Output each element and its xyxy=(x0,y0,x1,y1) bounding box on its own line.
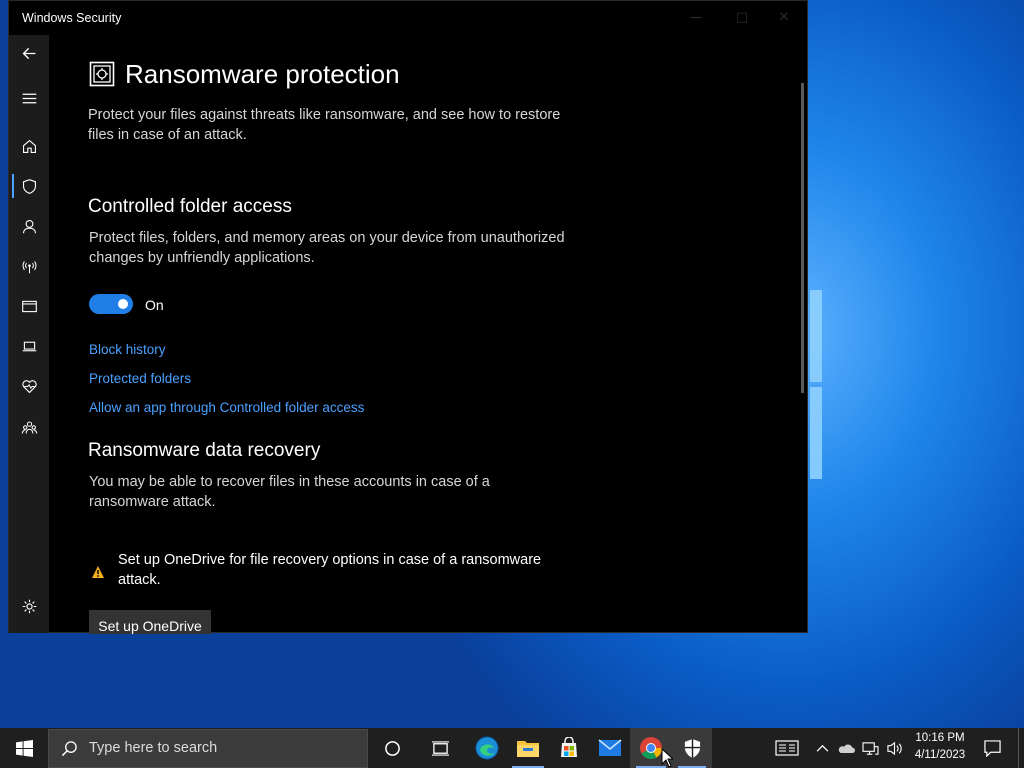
allow-app-link[interactable]: Allow an app through Controlled folder a… xyxy=(89,400,364,415)
hamburger-menu-icon[interactable] xyxy=(9,82,49,114)
minimize-button[interactable]: — xyxy=(673,1,719,35)
taskbar-show-desktop[interactable] xyxy=(1018,728,1024,768)
back-arrow-icon[interactable] xyxy=(9,37,49,69)
cfa-heading: Controlled folder access xyxy=(88,196,292,217)
news-widget-icon[interactable] xyxy=(772,728,802,768)
taskbar-clock[interactable]: 10:16 PM 4/11/2023 xyxy=(905,730,975,764)
task-view-icon[interactable] xyxy=(418,728,462,768)
mouse-cursor-icon xyxy=(661,748,673,768)
setup-onedrive-button[interactable]: Set up OneDrive xyxy=(89,610,211,634)
settings-gear-icon[interactable] xyxy=(9,590,49,622)
start-button[interactable] xyxy=(0,728,48,768)
network-icon[interactable] xyxy=(859,728,881,768)
sidebar xyxy=(9,35,49,633)
close-button[interactable]: ✕ xyxy=(761,1,807,35)
cfa-toggle-label: On xyxy=(145,297,164,313)
browser-window-icon[interactable] xyxy=(9,290,49,322)
block-history-link[interactable]: Block history xyxy=(89,342,166,357)
taskbar-search-box[interactable]: Type here to search xyxy=(48,729,368,768)
window-title: Windows Security xyxy=(22,11,122,25)
account-icon[interactable] xyxy=(9,210,49,242)
page-description: Protect your files against threats like … xyxy=(88,107,561,143)
warning-icon xyxy=(91,564,105,578)
title-bar: Windows Security — □ ✕ xyxy=(9,1,807,35)
notification-center-icon[interactable] xyxy=(980,728,1004,768)
heart-health-icon[interactable] xyxy=(9,370,49,402)
toggle-knob xyxy=(118,299,128,309)
shield-icon[interactable] xyxy=(9,170,49,202)
windows-logo-icon xyxy=(15,739,33,757)
home-icon[interactable] xyxy=(9,130,49,162)
recovery-description: You may be able to recover files in thes… xyxy=(89,474,490,510)
mail-icon[interactable] xyxy=(588,728,632,768)
family-icon[interactable] xyxy=(9,411,49,443)
clock-time: 10:16 PM xyxy=(915,732,965,744)
wireless-network-icon[interactable] xyxy=(9,250,49,282)
file-explorer-icon[interactable] xyxy=(506,728,550,768)
chevron-up-icon[interactable] xyxy=(812,728,832,768)
ransomware-vault-icon xyxy=(89,61,115,87)
edge-browser-icon[interactable] xyxy=(465,728,509,768)
laptop-icon[interactable] xyxy=(9,330,49,362)
windows-security-taskbar-icon[interactable] xyxy=(672,728,712,768)
cfa-description: Protect files, folders, and memory areas… xyxy=(89,230,565,266)
volume-icon[interactable] xyxy=(883,728,905,768)
maximize-button[interactable]: □ xyxy=(719,1,765,35)
windows-security-window: Windows Security — □ ✕ Ransomware protec… xyxy=(8,0,808,634)
clock-date: 4/11/2023 xyxy=(914,749,966,761)
onedrive-cloud-icon[interactable] xyxy=(835,728,857,768)
protected-folders-link[interactable]: Protected folders xyxy=(89,371,191,386)
scrollbar[interactable] xyxy=(801,83,804,393)
recovery-heading: Ransomware data recovery xyxy=(88,440,321,461)
windows-logo-pane xyxy=(810,290,822,382)
page-title: Ransomware protection xyxy=(125,59,400,89)
cfa-toggle-switch[interactable] xyxy=(89,294,133,314)
search-placeholder: Type here to search xyxy=(89,740,218,756)
onedrive-warning-text: Set up OneDrive for file recovery option… xyxy=(118,552,542,588)
main-content: Ransomware protection Protect your files… xyxy=(49,35,805,634)
cortana-icon[interactable] xyxy=(370,728,414,768)
windows-logo-pane xyxy=(810,387,822,479)
search-icon xyxy=(61,741,77,757)
microsoft-store-icon[interactable] xyxy=(547,728,591,768)
